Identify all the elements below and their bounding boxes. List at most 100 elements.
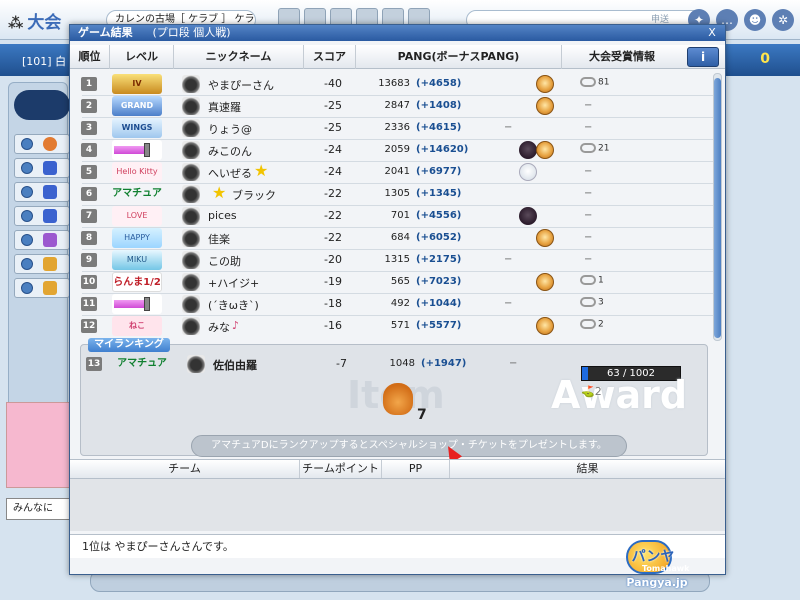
scrollbar-thumb[interactable] [714,78,721,338]
pang: 684 [390,232,410,243]
nickname: 真速羅 [208,101,241,114]
avatar [182,97,200,115]
ring-icon [580,297,596,307]
medal-item-icon [536,75,554,93]
avatar [187,355,205,373]
award-item: 81 [580,77,609,88]
player-slot-7[interactable] [14,278,70,298]
pang: 571 [390,320,410,331]
player-slot-4[interactable] [14,206,70,226]
team-header: チーム チームポイント PP 結果 [70,459,725,479]
player-slot-5[interactable] [14,230,70,250]
table-row: 12 ねこ みな ♪ -16 571 (+5577) 2 [76,315,712,337]
medal-item-icon [536,317,554,335]
score: -25 [324,121,342,134]
results-scrollbar[interactable] [713,73,722,341]
pang: 2041 [384,166,410,177]
gear-icon[interactable]: ✲ [772,9,794,31]
my-ranking-tag: マイランキング [88,338,170,352]
status-icon [21,234,33,246]
table-row: 6 アマチュアA ★ ブラック -22 1305 (+1345) − [76,183,712,205]
player-icon [43,185,57,199]
ghost-item-icon [519,163,537,181]
player-slot-1[interactable] [14,134,70,154]
my-ranking-row: 13 アマチュアE 佐伯由羅 -7 1048 (+1947) − 63 / 10… [81,353,717,381]
item-dash: − [509,358,518,369]
award-item-icon: ⛳ [581,385,595,398]
header-team-point: チームポイント [300,460,382,478]
rankup-notice: アマチュアDにランクアップするとスペシャルショップ・チケットをプレゼントします。 [191,435,627,457]
level-badge [112,140,162,160]
ring-icon [580,319,596,329]
status-icon [21,138,33,150]
nickname: りょう@ [208,123,252,136]
award-dash: − [584,232,593,243]
nickname: +ハイジ+ [208,277,260,290]
dialog-subtitle: (プロ段 個人戦) [152,26,231,39]
chat-target-select[interactable]: みんなに [6,498,72,520]
nickname: みこのん [208,145,252,158]
character-preview [6,402,70,488]
medal-item-icon [536,141,554,159]
face-icon[interactable]: ☻ [744,9,766,31]
level-badge: LOVE [112,206,162,226]
score: -22 [324,231,342,244]
player-icon [43,281,57,295]
rank-number: 3 [81,121,97,135]
info-icon[interactable]: i [687,47,719,67]
close-button[interactable]: X [705,26,719,40]
bonus-pang: (+4658) [416,78,462,89]
network-icon: ⁂ [8,14,24,32]
pang: 1315 [384,254,410,265]
table-row: 7 LOVE pices -22 701 (+4556) − [76,205,712,227]
player-slot-3[interactable] [14,182,70,202]
level-badge: MIKU [112,250,162,270]
table-row: 10 らんま1/2 +ハイジ+ -19 565 (+7023) 1 [76,271,712,293]
bonus-pang: (+7023) [416,276,462,287]
avatar [182,141,200,159]
room-number: [101] 白 [22,55,67,68]
level-bar-marker [144,297,150,311]
status-icon [21,162,33,174]
header-result: 結果 [576,462,599,475]
app-logo-text: 大会 [27,13,62,33]
nickname: (´きωき`) [208,299,259,312]
award-item: 1 [580,275,604,286]
bonus-pang: (+4615) [416,122,462,133]
level-badge: HAPPY BIRTHDAY [112,228,162,248]
level-badge: IV [112,74,162,94]
status-icon [21,258,33,270]
results-table: 1IVやまぴーさん-4013683(+4658)812GRAND ZODIAC真… [76,73,714,343]
award-count: 21 [598,143,610,154]
bonus-pang: (+4556) [416,210,462,221]
status-icon [21,210,33,222]
nickname: へいぜる [208,167,252,180]
bonus-pang: (+1947) [421,358,467,369]
bonus-pang: (+14620) [416,144,469,155]
star-icon: ★ [254,161,269,180]
rank-number: 8 [81,231,97,245]
team-results-area [70,479,725,531]
pang: 701 [390,210,410,221]
pang: 2059 [384,144,410,155]
ring-icon [580,77,596,87]
rank-number: 11 [81,297,97,311]
award-item: 21 [580,143,609,154]
item-count: 7 [417,407,427,423]
rank-number: 12 [81,319,97,333]
award-count-value: 2 [594,385,602,398]
rank-number: 10 [81,275,97,289]
avatar [182,163,200,181]
medal-item-icon [536,229,554,247]
bonus-pang: (+5577) [416,320,462,331]
item-dash: − [504,254,513,265]
ring-icon [580,275,596,285]
table-row: 5 Hello Kitty へいぜる ★ -24 2041 (+6977) − [76,161,712,183]
nickname: この助 [208,255,241,268]
player-slot-2[interactable] [14,158,70,178]
player-slot-6[interactable] [14,254,70,274]
level-badge: WINGS [112,118,162,138]
bonus-pang: (+6052) [416,232,462,243]
award-watermark: Award [551,373,688,417]
avatar [182,251,200,269]
